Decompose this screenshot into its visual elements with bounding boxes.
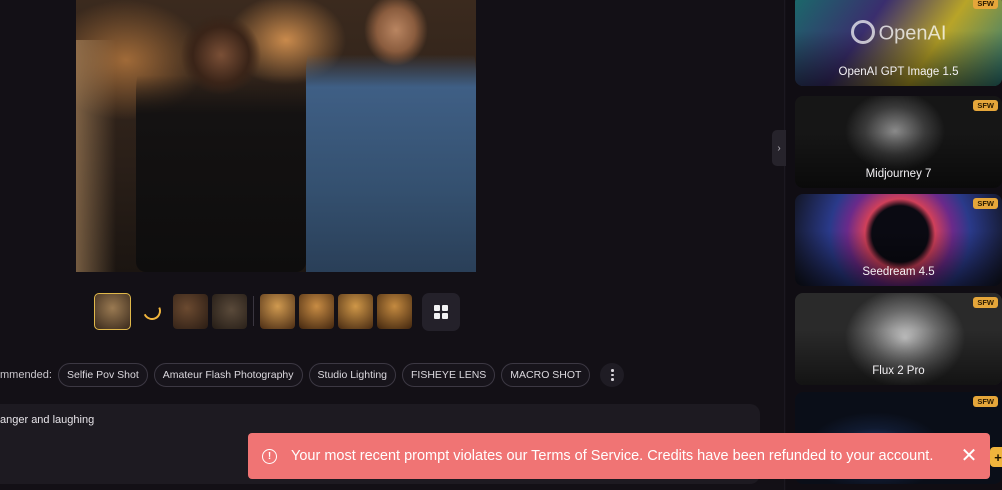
- style-chip-studio-lighting[interactable]: Studio Lighting: [308, 363, 397, 387]
- sfw-badge: SFW: [973, 0, 998, 9]
- style-chip-selfie-pov-shot[interactable]: Selfie Pov Shot: [57, 363, 148, 387]
- sfw-badge: SFW: [973, 198, 998, 209]
- image-detail: [136, 10, 306, 272]
- thumbnail[interactable]: [260, 293, 295, 329]
- model-name: Seedream 4.5: [862, 266, 935, 278]
- error-toast: ! Your most recent prompt violates our T…: [248, 433, 990, 479]
- collapse-sidebar-button[interactable]: ›: [772, 130, 786, 166]
- prompt-text[interactable]: anger and laughing: [0, 414, 94, 426]
- panel-divider: [784, 0, 785, 490]
- toast-message: Your most recent prompt violates our Ter…: [291, 448, 934, 464]
- model-name: Midjourney 7: [865, 168, 932, 180]
- loading-spinner-icon: [139, 299, 164, 323]
- thumbnail[interactable]: [377, 293, 412, 329]
- style-chip-amateur-flash-photography[interactable]: Amateur Flash Photography: [153, 363, 303, 387]
- sfw-badge: SFW: [973, 100, 998, 111]
- chevron-right-icon: ›: [777, 142, 781, 154]
- more-options-button[interactable]: [600, 363, 625, 387]
- recommended-styles: mmended: Selfie Pov Shot Amateur Flash P…: [0, 363, 625, 387]
- more-vertical-icon: [611, 369, 614, 372]
- thumbnail-divider: [253, 296, 254, 326]
- alert-circle-icon: !: [262, 448, 277, 464]
- model-card-flux-2-pro[interactable]: SFW Flux 2 Pro: [795, 293, 1002, 385]
- add-button[interactable]: +: [990, 447, 1002, 467]
- sfw-badge: SFW: [973, 297, 998, 308]
- sfw-badge: SFW: [973, 396, 998, 407]
- thumbnail[interactable]: [173, 293, 208, 329]
- style-chip-fisheye-lens[interactable]: FISHEYE LENS: [402, 363, 496, 387]
- grid-view-button[interactable]: [422, 293, 460, 331]
- image-detail: [76, 40, 116, 272]
- generated-image[interactable]: [76, 0, 476, 272]
- model-name: Flux 2 Pro: [872, 365, 925, 377]
- model-name: OpenAI GPT Image 1.5: [838, 66, 959, 78]
- model-card-openai-gpt-image[interactable]: OpenAI SFW OpenAI GPT Image 1.5: [795, 0, 1002, 86]
- model-card-midjourney-7[interactable]: SFW Midjourney 7: [795, 96, 1002, 188]
- thumbnail[interactable]: [212, 293, 247, 329]
- thumbnail-loading: [134, 294, 169, 329]
- thumbnail-selected[interactable]: [94, 292, 131, 330]
- thumbnail[interactable]: [299, 293, 334, 329]
- model-sidebar: OpenAI SFW OpenAI GPT Image 1.5 SFW Midj…: [786, 0, 1002, 490]
- close-icon[interactable]: ✕: [958, 444, 980, 467]
- recommended-label: mmended:: [0, 369, 52, 381]
- style-chip-macro-shot[interactable]: MACRO SHOT: [501, 363, 591, 387]
- openai-logo: OpenAI: [795, 20, 1002, 46]
- app-root: mmended: Selfie Pov Shot Amateur Flash P…: [0, 0, 1002, 490]
- openai-icon: [850, 20, 875, 44]
- model-card-seedream-4-5[interactable]: SFW Seedream 4.5: [795, 194, 1002, 286]
- grid-icon: [434, 305, 448, 319]
- thumbnail[interactable]: [338, 293, 373, 329]
- thumbnail-strip: [94, 292, 416, 330]
- image-detail: [306, 0, 476, 272]
